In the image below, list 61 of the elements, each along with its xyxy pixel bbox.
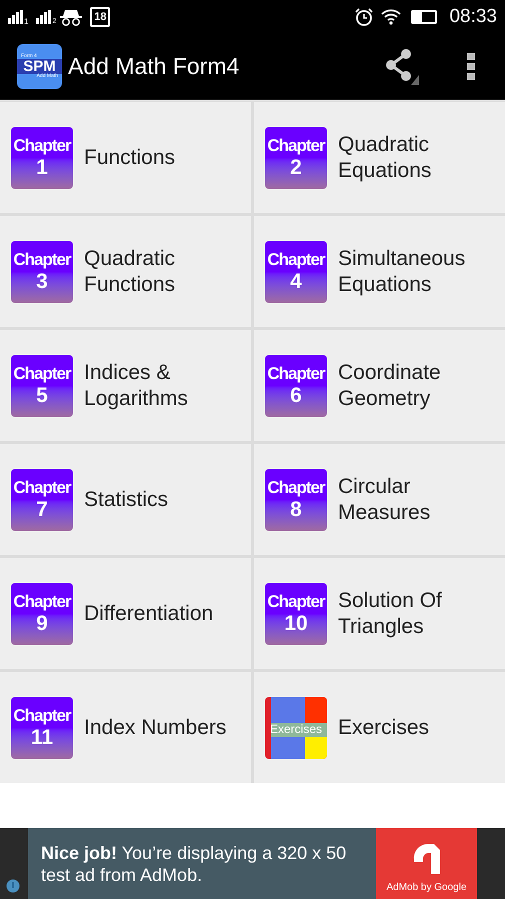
badge-label: Chapter	[267, 478, 325, 498]
badge-number: 6	[290, 384, 302, 408]
alarm-icon	[355, 8, 374, 26]
chapter-tile[interactable]: Chapter 4 Simultaneous Equations	[254, 216, 505, 327]
tile-title: Simultaneous Equations	[338, 246, 466, 298]
badge-label: Chapter	[13, 478, 71, 498]
badge-label: Chapter	[13, 706, 71, 726]
badge-number: 3	[36, 270, 48, 294]
admob-brand: AdMob by Google	[386, 881, 467, 895]
tile-title: Functions	[84, 144, 176, 170]
signal-icon	[8, 10, 24, 24]
badge-number: 10	[284, 612, 308, 636]
incognito-icon	[60, 8, 82, 26]
chapter-tile[interactable]: Chapter 10 Solution Of Triangles	[254, 558, 505, 669]
tile-title: Quadratic Functions	[84, 246, 176, 298]
tile-title: Index Numbers	[84, 714, 228, 740]
tile-title: Exercises	[338, 714, 430, 740]
chapter-tile[interactable]: Chapter 8 Circular Measures	[254, 444, 505, 555]
tile-title: Solution Of Triangles	[338, 588, 443, 640]
badge-label: Exercises	[268, 720, 323, 738]
tile-title: Indices & Logarithms	[84, 360, 189, 412]
tile-title: Differentiation	[84, 600, 214, 626]
ad-banner[interactable]: Nice job! You’re displaying a 320 x 50 test ad from AdMob. AdMob by Google	[28, 828, 477, 899]
badge-number: 11	[30, 726, 54, 750]
clock-time: 08:33	[449, 4, 497, 29]
tile-title: Quadratic Equations	[338, 132, 432, 184]
badge-label: Chapter	[13, 364, 71, 384]
app-title: Add Math Form4	[68, 52, 240, 82]
calendar-badge: 18	[90, 7, 110, 27]
badge-label: Chapter	[13, 592, 71, 612]
badge-number: 1	[36, 156, 48, 180]
chapter-tile[interactable]: Chapter 6 Coordinate Geometry	[254, 330, 505, 441]
signal-icon	[36, 10, 52, 24]
badge-number: 5	[36, 384, 48, 408]
overflow-menu-icon[interactable]	[467, 52, 475, 80]
info-icon[interactable]	[6, 879, 20, 893]
share-icon[interactable]	[383, 48, 421, 84]
badge-number: 4	[290, 270, 302, 294]
chapter-tile[interactable]: Chapter 5 Indices & Logarithms	[0, 330, 251, 441]
sim-label: 1	[24, 16, 28, 28]
color-blocks-drawing	[265, 696, 327, 758]
badge-label: Chapter	[267, 592, 325, 612]
badge-number: 8	[290, 498, 302, 522]
chapter-tile[interactable]: Exercises Exercises	[254, 672, 505, 783]
badge-number: 2	[290, 156, 302, 180]
badge-label: Chapter	[267, 364, 325, 384]
chapter-tile[interactable]: Chapter 3 Quadratic Functions	[0, 216, 251, 327]
badge-number: 7	[36, 498, 48, 522]
chapter-tile[interactable]: Chapter 2 Quadratic Equations	[254, 102, 505, 213]
battery-icon	[411, 10, 438, 24]
badge-label: Chapter	[267, 136, 325, 156]
wifi-icon	[381, 9, 402, 25]
logo-text: SPM	[17, 59, 62, 74]
badge-label: Chapter	[267, 250, 325, 270]
badge-label: Chapter	[13, 250, 71, 270]
ad-message: Nice job! You’re displaying a 320 x 50 test ad from AdMob.	[41, 842, 348, 886]
badge-label: Chapter	[13, 136, 71, 156]
tile-title: Circular Measures	[338, 474, 432, 526]
tile-title: Coordinate Geometry	[338, 360, 442, 412]
tile-title: Statistics	[84, 486, 170, 512]
badge-number: 9	[36, 612, 48, 636]
